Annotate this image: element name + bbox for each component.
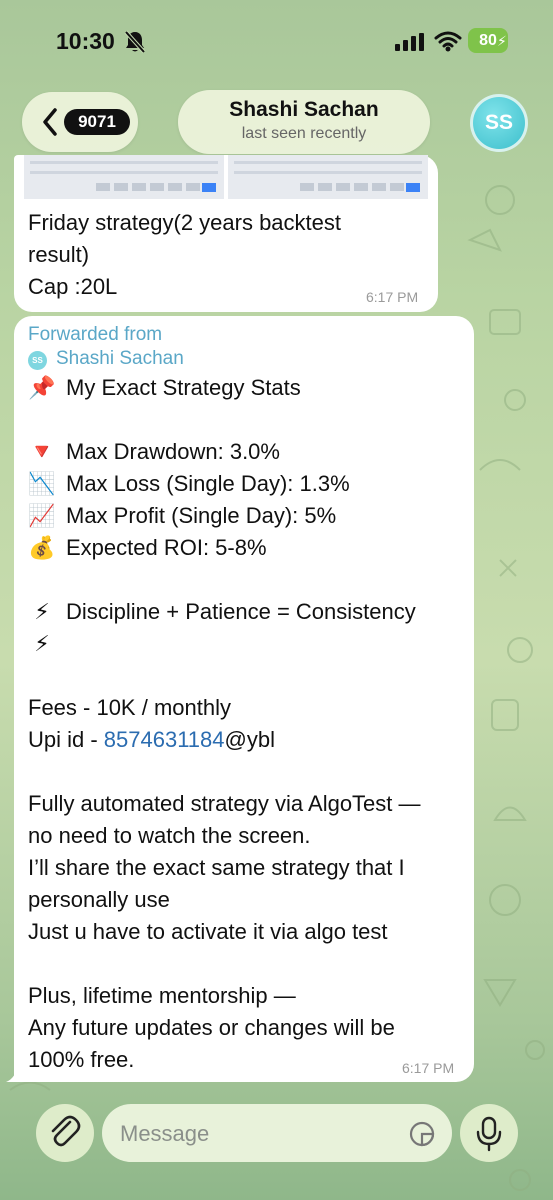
message-time: 6:17 PM — [402, 1060, 455, 1076]
microphone-icon — [476, 1116, 502, 1152]
message-text-line: Just u have to activate it via algo test — [28, 919, 388, 944]
chevron-left-icon — [43, 108, 57, 136]
bubble-tail — [6, 1064, 26, 1082]
message-text-line: 100% free. — [28, 1047, 135, 1072]
message-text-line: personally use — [28, 887, 170, 912]
message-input[interactable] — [118, 1104, 382, 1164]
chart-increasing-emoji: 📈 — [28, 503, 56, 528]
microphone-button[interactable] — [460, 1104, 518, 1162]
message-text-line: I’ll share the exact same strategy that … — [28, 855, 405, 880]
chat-header-title[interactable]: Shashi Sachan last seen recently — [178, 90, 430, 154]
message-text-line: Friday strategy(2 years backtest — [28, 210, 342, 235]
attach-button[interactable] — [36, 1104, 94, 1162]
chat-status: last seen recently — [241, 125, 367, 142]
message-time: 6:17 PM — [366, 289, 419, 305]
stat-line: 💰 Expected ROI: 5-8% — [28, 532, 267, 564]
avatar[interactable]: SS — [470, 94, 528, 152]
unread-count-badge: 9071 — [64, 109, 130, 135]
motto-text: Discipline + Patience = Consistency — [66, 599, 416, 624]
screenshot-thumbnail — [228, 155, 428, 199]
money-bag-emoji: 💰 — [28, 535, 56, 560]
stat-line: 📉 Max Loss (Single Day): 1.3% — [28, 468, 350, 500]
clock-time: 10:30 — [56, 28, 115, 54]
message-image[interactable] — [24, 155, 428, 199]
message-text-line: Cap :20L — [28, 274, 118, 299]
stat-line: 📈 Max Profit (Single Day): 5% — [28, 500, 336, 532]
message-text-line: result) — [28, 242, 90, 267]
motto-line: ⚡ Discipline + Patience = Consistency — [28, 596, 416, 628]
message-text-line: Any future updates or changes will be — [28, 1015, 395, 1040]
red-triangle-emoji: 🔻 — [28, 439, 56, 464]
status-bar: 10:30 80 ⚡ — [0, 0, 553, 82]
message-text-line: no need to watch the screen. — [28, 823, 311, 848]
upi-phone-link[interactable]: 8574631184 — [104, 727, 225, 752]
lightning-emoji: ⚡ — [34, 599, 50, 624]
pushpin-emoji: 📌 — [28, 375, 56, 400]
forwarded-label: Forwarded from — [28, 324, 163, 345]
forwarded-from-name[interactable]: Shashi Sachan — [56, 348, 184, 370]
message-bubble[interactable]: Friday strategy(2 years backtest result)… — [14, 155, 438, 312]
stat-text: Max Drawdown: 3.0% — [66, 439, 280, 464]
back-button[interactable]: 9071 — [22, 92, 138, 152]
message-text-line: Fully automated strategy via AlgoTest — — [28, 791, 421, 816]
bell-slash-icon — [124, 30, 146, 54]
message-input-bar — [0, 1100, 553, 1170]
upi-line: Upi id - 8574631184@ybl — [28, 724, 275, 756]
battery-level: 80 — [479, 32, 497, 49]
lightning-emoji: ⚡ — [34, 631, 50, 656]
sticker-icon[interactable] — [408, 1120, 436, 1148]
charging-icon: ⚡ — [497, 33, 507, 49]
stat-text: Max Profit (Single Day): 5% — [66, 503, 337, 528]
upi-suffix: @ybl — [224, 727, 275, 752]
screenshot-thumbnail — [24, 155, 224, 199]
chart-decreasing-emoji: 📉 — [28, 471, 56, 496]
stat-text: Expected ROI: 5-8% — [66, 535, 267, 560]
title-text: My Exact Strategy Stats — [66, 375, 301, 400]
message-title: 📌 My Exact Strategy Stats — [28, 372, 301, 404]
message-text-line: Plus, lifetime mentorship — — [28, 983, 296, 1008]
stat-text: Max Loss (Single Day): 1.3% — [66, 471, 350, 496]
forwarded-avatar: SS — [28, 351, 47, 370]
chat-name: Shashi Sachan — [229, 98, 379, 121]
paperclip-icon — [51, 1115, 81, 1147]
upi-prefix: Upi id - — [28, 727, 104, 752]
signal-icon — [395, 33, 424, 51]
fees-line: Fees - 10K / monthly — [28, 695, 231, 720]
wifi-icon — [434, 31, 462, 52]
message-input-container[interactable] — [102, 1104, 452, 1164]
message-bubble[interactable]: Forwarded from SS Shashi Sachan 📌 My Exac… — [14, 316, 474, 1082]
motto-line-end: ⚡ — [28, 628, 66, 660]
stat-line: 🔻 Max Drawdown: 3.0% — [28, 436, 280, 468]
